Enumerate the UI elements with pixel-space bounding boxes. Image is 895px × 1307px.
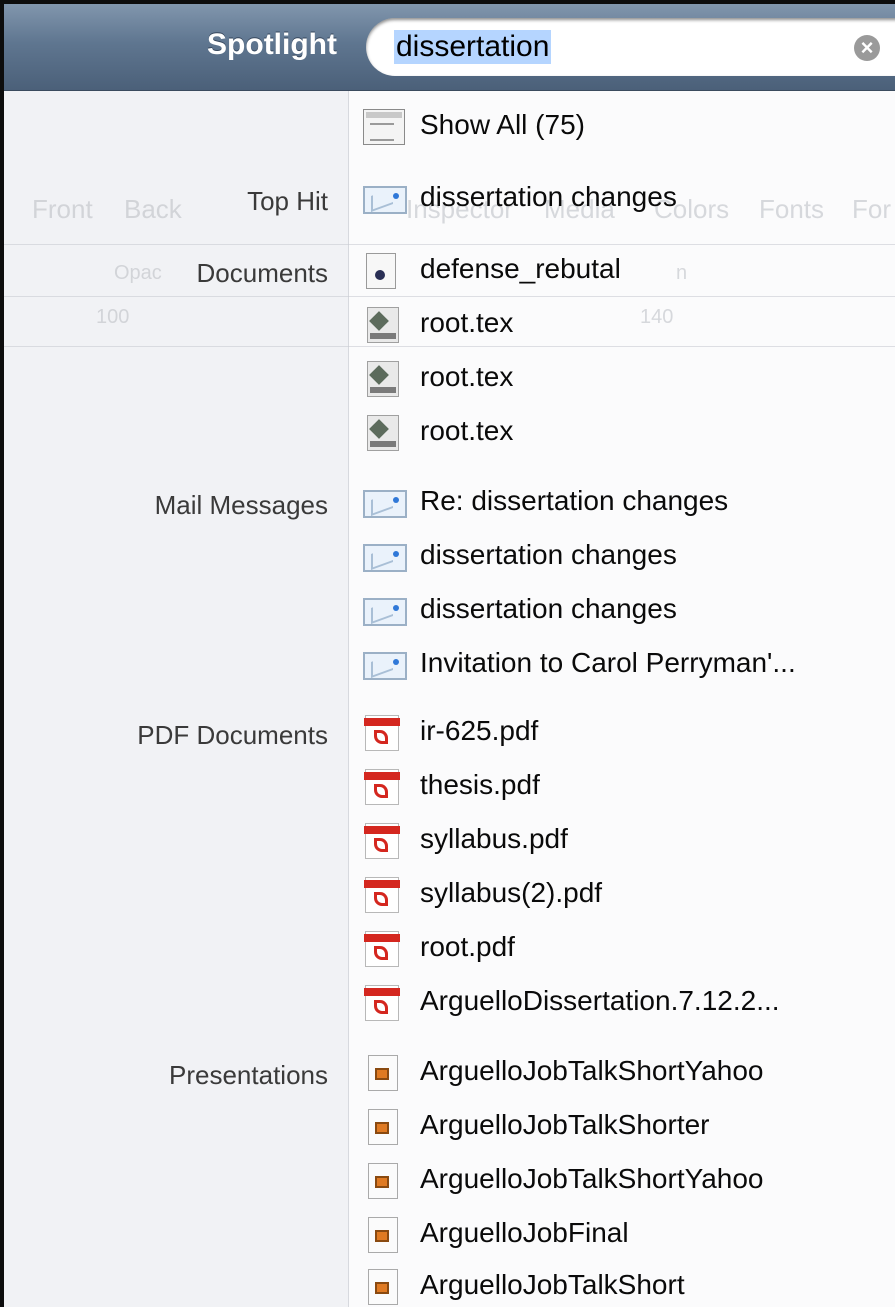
result-label: root.tex: [420, 415, 514, 446]
mail-icon: [363, 544, 407, 572]
mail-icon: [363, 598, 407, 626]
presentation-icon: [368, 1055, 398, 1091]
result-row[interactable]: thesis.pdf: [363, 762, 895, 812]
result-row[interactable]: ArguelloJobTalkShorter: [363, 1102, 895, 1152]
result-label: dissertation changes: [420, 539, 677, 570]
result-label: root.pdf: [420, 931, 515, 962]
tex-icon: [367, 307, 399, 343]
presentation-icon: [368, 1217, 398, 1253]
search-query-text[interactable]: dissertation: [394, 30, 552, 64]
result-label: ArguelloDissertation.7.12.2...: [420, 985, 780, 1016]
tex-icon: [367, 415, 399, 451]
category-label-top-hit: Top Hit: [247, 186, 328, 216]
result-row[interactable]: syllabus.pdf: [363, 816, 895, 866]
tex-icon: [367, 361, 399, 397]
category-label-presentations: Presentations: [169, 1060, 328, 1090]
mail-icon: [363, 652, 407, 680]
result-row[interactable]: root.tex: [363, 354, 895, 404]
result-row[interactable]: syllabus(2).pdf: [363, 870, 895, 920]
result-label: dissertation changes: [420, 593, 677, 624]
result-label: root.tex: [420, 361, 514, 392]
mail-icon: [363, 186, 407, 214]
pdf-icon: [364, 877, 400, 913]
result-row[interactable]: ArguelloDissertation.7.12.2...: [363, 978, 895, 1028]
result-label: Invitation to Carol Perryman'...: [420, 647, 796, 678]
category-label-pdf-documents: PDF Documents: [137, 720, 328, 750]
pdf-icon: [364, 931, 400, 967]
result-label: Re: dissertation changes: [420, 485, 729, 516]
ghost-toolbar-label: Back: [124, 194, 182, 224]
document-icon: [366, 253, 396, 289]
ghost-toolbar-label: Front: [32, 194, 93, 224]
spotlight-window: Spotlight dissertation × Front Back Insp…: [0, 0, 895, 1307]
result-label: ArguelloJobTalkShorter: [420, 1109, 710, 1140]
ghost-ruler-label: 100: [96, 306, 130, 328]
presentation-icon: [368, 1163, 398, 1199]
category-label-documents: Documents: [196, 258, 329, 288]
list-window-icon: [363, 109, 405, 145]
result-label: ir-625.pdf: [420, 715, 539, 746]
ghost-divider: [4, 296, 895, 297]
result-label: ArguelloJobTalkShortYahoo: [420, 1163, 764, 1194]
spotlight-header: Spotlight dissertation ×: [4, 4, 895, 91]
result-row[interactable]: defense_rebutal: [363, 246, 895, 296]
result-label: defense_rebutal: [420, 253, 621, 284]
show-all-row[interactable]: Show All (75): [363, 102, 895, 152]
result-label: syllabus.pdf: [420, 823, 568, 854]
show-all-label: Show All (75): [420, 109, 585, 140]
category-label-mail-messages: Mail Messages: [154, 490, 328, 520]
result-row[interactable]: ArguelloJobTalkShortYahoo: [363, 1048, 895, 1098]
clear-search-icon[interactable]: ×: [854, 35, 880, 61]
result-label: thesis.pdf: [420, 769, 540, 800]
result-label: syllabus(2).pdf: [420, 877, 603, 908]
spotlight-title: Spotlight: [207, 28, 337, 61]
result-row[interactable]: dissertation changes: [363, 586, 895, 636]
result-row[interactable]: ArguelloJobFinal: [363, 1210, 895, 1260]
result-label: dissertation changes: [420, 181, 677, 212]
result-label: ArguelloJobTalkShort: [420, 1269, 685, 1300]
result-row[interactable]: Re: dissertation changes: [363, 478, 895, 528]
result-row[interactable]: ArguelloJobTalkShort: [363, 1262, 895, 1307]
pdf-icon: [364, 985, 400, 1021]
result-label: ArguelloJobTalkShortYahoo: [420, 1055, 764, 1086]
result-row[interactable]: Invitation to Carol Perryman'...: [363, 640, 895, 690]
presentation-icon: [368, 1269, 398, 1305]
result-label: root.tex: [420, 307, 514, 338]
result-row[interactable]: ir-625.pdf: [363, 708, 895, 758]
result-row[interactable]: root.tex: [363, 300, 895, 350]
result-row[interactable]: root.tex: [363, 408, 895, 458]
pdf-icon: [364, 715, 400, 751]
result-label: ArguelloJobFinal: [420, 1217, 629, 1248]
result-row[interactable]: root.pdf: [363, 924, 895, 974]
search-field[interactable]: dissertation ×: [366, 18, 895, 76]
result-row[interactable]: dissertation changes: [363, 174, 895, 224]
result-row[interactable]: ArguelloJobTalkShortYahoo: [363, 1156, 895, 1206]
ghost-divider: [4, 244, 895, 245]
pdf-icon: [364, 769, 400, 805]
mail-icon: [363, 490, 407, 518]
result-row[interactable]: dissertation changes: [363, 532, 895, 582]
pdf-icon: [364, 823, 400, 859]
presentation-icon: [368, 1109, 398, 1145]
ghost-label: Opac: [114, 262, 162, 284]
